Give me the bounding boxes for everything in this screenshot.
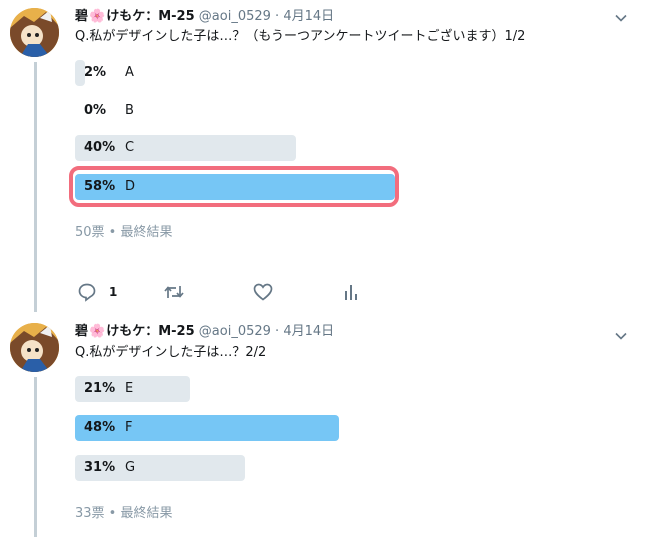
- reply-icon: [78, 283, 96, 302]
- poll-percent: 31%: [84, 460, 116, 475]
- poll-percent: 0%: [84, 103, 107, 118]
- poll-percent: 48%: [84, 420, 116, 435]
- poll-label: E: [125, 381, 134, 396]
- avatar[interactable]: [10, 8, 59, 57]
- user-handle[interactable]: @aoi_0529: [199, 324, 271, 339]
- flower-icon: 🌸: [89, 324, 106, 339]
- poll-label: G: [125, 460, 136, 475]
- poll-percent: 2%: [84, 65, 107, 80]
- retweet-icon: [164, 286, 184, 298]
- poll-label: B: [125, 103, 134, 118]
- analytics-button[interactable]: [343, 283, 359, 305]
- analytics-icon: [345, 285, 357, 300]
- tweet-text: Q.私がデザインした子は…？（もうーつアンケートツイートございます）1/2: [75, 29, 526, 44]
- highlight-box: [69, 166, 399, 207]
- flower-icon: 🌸: [89, 9, 106, 24]
- separator: ·: [275, 9, 280, 24]
- display-name[interactable]: 碧🌸けもケ：M-25: [75, 324, 195, 339]
- avatar[interactable]: [10, 323, 59, 372]
- like-button[interactable]: [253, 283, 273, 305]
- tweet-header: 碧🌸けもケ：M-25 @aoi_0529 · 4月14日: [75, 323, 334, 341]
- thread-line: [34, 62, 37, 312]
- poll-percent: 21%: [84, 381, 116, 396]
- tweet-2: 碧🌸けもケ：M-25 @aoi_0529 · 4月14日 Q.私がデザインした子…: [0, 323, 661, 537]
- poll-meta: 50票 • 最終結果: [75, 225, 173, 240]
- retweet-button[interactable]: [163, 283, 185, 305]
- tweet-date[interactable]: 4月14日: [283, 9, 334, 24]
- separator: ·: [275, 324, 280, 339]
- thread-line: [34, 377, 37, 537]
- user-handle[interactable]: @aoi_0529: [199, 9, 271, 24]
- poll-label: C: [125, 140, 135, 155]
- poll-label: A: [125, 65, 134, 80]
- poll-label: F: [125, 420, 133, 435]
- tweet-text: Q.私がデザインした子は…？2/2: [75, 345, 267, 360]
- reply-button[interactable]: 1: [77, 282, 127, 304]
- tweet-date[interactable]: 4月14日: [283, 324, 334, 339]
- tweet-header: 碧🌸けもケ：M-25 @aoi_0529 · 4月14日: [75, 8, 334, 26]
- tweet-1: 碧🌸けもケ：M-25 @aoi_0529 · 4月14日 Q.私がデザインした子…: [0, 8, 661, 312]
- chevron-down-icon[interactable]: [615, 9, 627, 22]
- reply-count: 1: [109, 285, 118, 299]
- poll-meta: 33票 • 最終結果: [75, 506, 173, 521]
- poll-percent: 40%: [84, 140, 116, 155]
- chevron-down-icon[interactable]: [615, 327, 627, 340]
- display-name[interactable]: 碧🌸けもケ：M-25: [75, 9, 195, 24]
- heart-icon: [253, 283, 273, 301]
